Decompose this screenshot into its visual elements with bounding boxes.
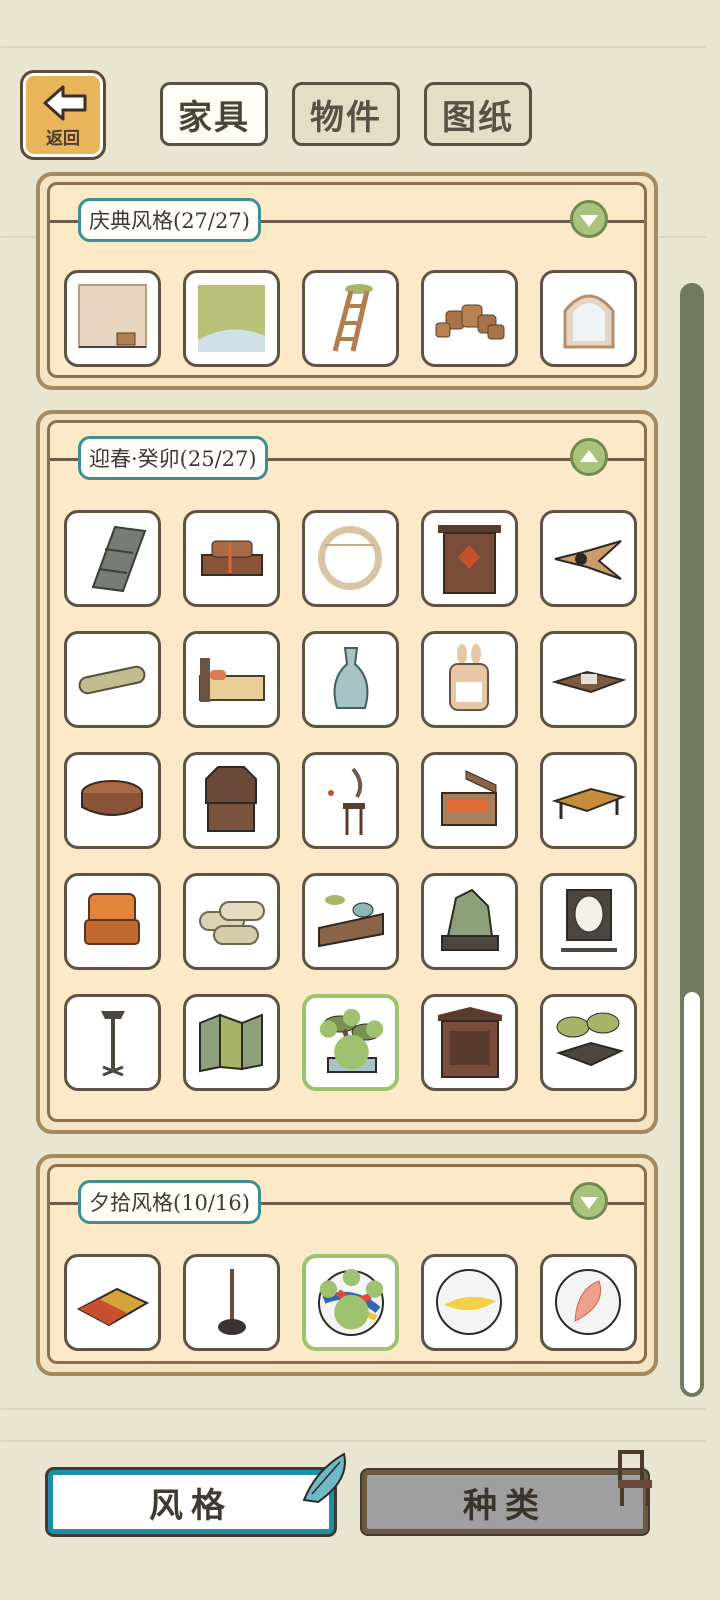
item-card[interactable] [540, 631, 637, 728]
back-label: 返回 [46, 129, 80, 149]
open-chest-icon [441, 770, 497, 826]
section-spring: 迎春·癸卯(25/27) [36, 410, 658, 1134]
shell-icon [302, 1452, 346, 1504]
item-card[interactable] [183, 631, 280, 728]
section-title: 庆典风格(27/27) [78, 198, 261, 242]
round-stool-icon [81, 780, 143, 816]
folding-screen-icon [199, 1013, 263, 1073]
collapse-toggle[interactable] [570, 1182, 608, 1220]
tab-blueprints[interactable]: 图纸 [424, 82, 532, 146]
item-card[interactable] [302, 752, 399, 849]
step-shelf-icon [91, 525, 147, 593]
item-card[interactable] [183, 510, 280, 607]
marble-yellow-icon [436, 1269, 502, 1335]
ladder-icon [332, 284, 373, 352]
wall-panel-icon [78, 284, 147, 348]
section-title: 迎春·癸卯(25/27) [78, 436, 268, 480]
item-card[interactable] [540, 873, 637, 970]
rug-icon [76, 1287, 150, 1327]
stand-pole-icon [218, 1269, 246, 1335]
chevron-up-icon [580, 449, 598, 462]
item-card[interactable] [183, 752, 280, 849]
chevron-down-icon [580, 214, 598, 227]
vase-icon [333, 647, 369, 709]
item-card-selected[interactable] [302, 994, 399, 1091]
low-tea-table-icon [551, 670, 626, 694]
item-card[interactable] [421, 873, 518, 970]
item-card-selected[interactable] [302, 1254, 399, 1351]
scrolls-icon [199, 901, 265, 945]
item-card[interactable] [302, 510, 399, 607]
item-card[interactable] [183, 873, 280, 970]
item-card[interactable] [183, 270, 280, 367]
item-card[interactable] [302, 873, 399, 970]
item-card[interactable] [540, 752, 637, 849]
arched-window-icon [563, 294, 615, 349]
item-card[interactable] [64, 270, 161, 367]
rockery-icon [441, 888, 499, 951]
armchair-icon [84, 893, 140, 945]
item-card[interactable] [540, 270, 637, 367]
tab-objects[interactable]: 物件 [292, 82, 400, 146]
firewood-bench-icon [201, 540, 263, 576]
chevron-down-icon [580, 1196, 598, 1209]
grass-floor-icon [198, 285, 265, 352]
item-card[interactable] [64, 631, 161, 728]
swallow-kite-icon [554, 540, 622, 580]
item-card[interactable] [64, 994, 161, 1091]
frog-footprint-icon [319, 1268, 384, 1330]
item-card[interactable] [540, 994, 637, 1091]
lamp-stand-icon [101, 1011, 125, 1077]
item-card[interactable] [302, 270, 399, 367]
item-card[interactable] [421, 631, 518, 728]
item-card[interactable] [540, 510, 637, 607]
collapse-toggle[interactable] [570, 200, 608, 238]
item-card[interactable] [183, 994, 280, 1091]
tea-set-icon [318, 895, 384, 948]
round-window-icon [318, 526, 382, 590]
frog-footprint-icon [319, 1008, 384, 1070]
item-card[interactable] [64, 873, 161, 970]
tab-style[interactable]: 风格 [48, 1470, 334, 1534]
item-card[interactable] [421, 994, 518, 1091]
marble-shell-icon [555, 1269, 621, 1335]
item-card[interactable] [421, 270, 518, 367]
back-arrow-icon [43, 85, 87, 121]
rabbit-calendar-icon [449, 644, 489, 711]
item-card[interactable] [64, 752, 161, 849]
tab-category[interactable]: 种类 [362, 1470, 648, 1534]
item-card[interactable] [421, 1254, 518, 1351]
scrollbar-thumb[interactable] [682, 990, 702, 1395]
back-button[interactable]: 返回 [20, 70, 106, 160]
item-card[interactable] [64, 510, 161, 607]
item-card[interactable] [421, 752, 518, 849]
item-card[interactable] [540, 1254, 637, 1351]
wardrobe-icon [438, 1007, 502, 1078]
long-bench-icon [551, 787, 626, 819]
octagonal-cabinet-icon [205, 766, 257, 832]
item-card[interactable] [64, 1254, 161, 1351]
bed-icon [199, 658, 265, 702]
mirror-stand-icon [561, 889, 617, 952]
item-card[interactable] [183, 1254, 280, 1351]
item-card[interactable] [421, 510, 518, 607]
background-stroke [0, 1440, 706, 1442]
collapse-toggle[interactable] [570, 438, 608, 476]
background-stroke [0, 46, 706, 48]
background-stroke [0, 1408, 706, 1410]
section-celebration: 庆典风格(27/27) [36, 172, 658, 390]
item-card[interactable] [302, 631, 399, 728]
red-door-icon [438, 525, 501, 594]
pots-icon [435, 304, 505, 340]
section-title: 夕拾风格(10/16) [78, 1180, 261, 1224]
plum-stand-icon [328, 767, 365, 835]
bonsai-tray-icon [555, 1012, 624, 1067]
section-nostalgia: 夕拾风格(10/16) [36, 1154, 658, 1376]
rolled-scroll-icon [78, 665, 146, 695]
chair-icon [618, 1450, 652, 1506]
tab-furniture[interactable]: 家具 [160, 82, 268, 146]
